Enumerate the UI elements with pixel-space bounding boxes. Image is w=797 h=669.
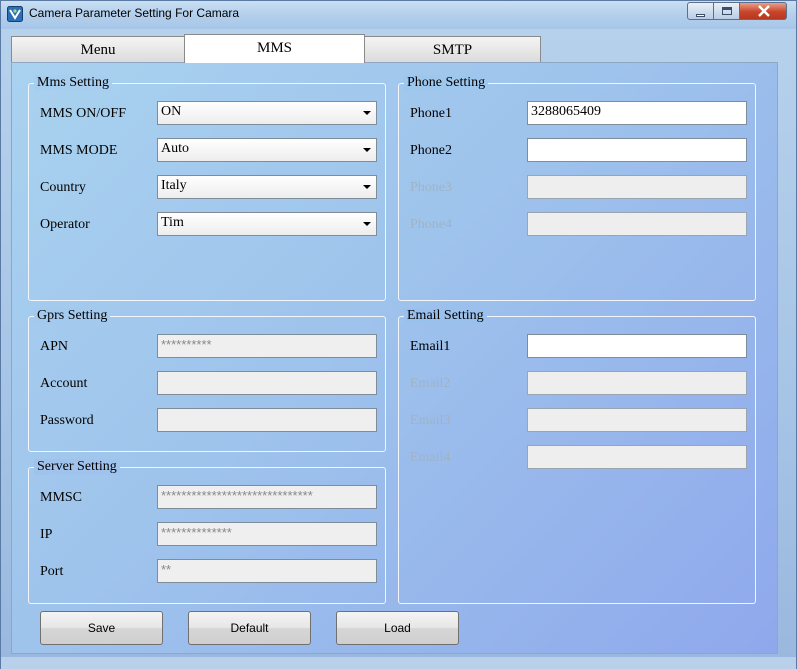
phone2-label: Phone2 — [410, 143, 452, 158]
server-setting-title: Server Setting — [34, 459, 120, 475]
country-select[interactable]: Italy — [157, 175, 377, 199]
dropdown-arrow-icon — [363, 111, 371, 115]
close-button[interactable] — [739, 2, 787, 20]
email4-input — [527, 445, 747, 469]
apn-input[interactable]: ********** — [157, 334, 377, 358]
tab-smtp[interactable]: SMTP — [364, 36, 541, 62]
minimize-button[interactable] — [687, 2, 714, 20]
minimize-icon — [696, 14, 705, 17]
phone-setting-title: Phone Setting — [404, 75, 489, 91]
operator-value: Tim — [161, 215, 184, 230]
password-label: Password — [40, 413, 94, 428]
window-title: Camera Parameter Setting For Camara — [29, 6, 240, 20]
email3-label: Email3 — [410, 413, 451, 428]
account-label: Account — [40, 376, 88, 391]
email2-label: Email2 — [410, 376, 451, 391]
phone3-label: Phone3 — [410, 180, 452, 195]
phone3-input — [527, 175, 747, 199]
mmsc-label: MMSC — [40, 490, 83, 505]
mms-mode-label: MMS MODE — [40, 143, 118, 158]
dropdown-arrow-icon — [363, 185, 371, 189]
phone1-input[interactable]: 3288065409 — [527, 101, 747, 125]
email2-input — [527, 371, 747, 395]
mms-mode-value: Auto — [161, 141, 189, 156]
port-label: Port — [40, 564, 64, 579]
close-icon — [758, 5, 770, 17]
country-value: Italy — [161, 178, 187, 193]
phone2-input[interactable] — [527, 138, 747, 162]
save-button[interactable]: Save — [40, 611, 163, 645]
ip-input[interactable]: ************** — [157, 522, 377, 546]
maximize-button[interactable] — [713, 2, 740, 20]
dropdown-arrow-icon — [363, 222, 371, 226]
tab-menu[interactable]: Menu — [11, 36, 185, 62]
app-window: Camera Parameter Setting For Camara Menu… — [0, 0, 797, 669]
email-setting-title: Email Setting — [404, 308, 487, 324]
tab-mms[interactable]: MMS — [184, 34, 365, 63]
email4-label: Email4 — [410, 450, 451, 465]
ip-label: IP — [40, 527, 53, 542]
mms-mode-select[interactable]: Auto — [157, 138, 377, 162]
mmsc-input[interactable]: ****************************** — [157, 485, 377, 509]
app-camera-icon — [7, 6, 23, 22]
port-input[interactable]: ** — [157, 559, 377, 583]
password-input[interactable] — [157, 408, 377, 432]
dropdown-arrow-icon — [363, 148, 371, 152]
mms-onoff-value: ON — [161, 104, 182, 119]
title-bar[interactable]: Camera Parameter Setting For Camara — [1, 1, 796, 29]
operator-select[interactable]: Tim — [157, 212, 377, 236]
apn-label: APN — [40, 339, 69, 354]
gprs-setting-title: Gprs Setting — [34, 308, 111, 324]
mms-onoff-select[interactable]: ON — [157, 101, 377, 125]
country-label: Country — [40, 180, 86, 195]
load-button[interactable]: Load — [336, 611, 459, 645]
email1-label: Email1 — [410, 339, 451, 354]
window-bottom-border — [1, 657, 796, 669]
maximize-icon — [722, 7, 732, 15]
account-input[interactable] — [157, 371, 377, 395]
mms-setting-title: Mms Setting — [34, 75, 112, 91]
mms-onoff-label: MMS ON/OFF — [40, 106, 126, 121]
email3-input — [527, 408, 747, 432]
email1-input[interactable] — [527, 334, 747, 358]
phone1-label: Phone1 — [410, 106, 452, 121]
operator-label: Operator — [40, 217, 90, 232]
default-button[interactable]: Default — [188, 611, 311, 645]
phone4-input — [527, 212, 747, 236]
phone4-label: Phone4 — [410, 217, 452, 232]
